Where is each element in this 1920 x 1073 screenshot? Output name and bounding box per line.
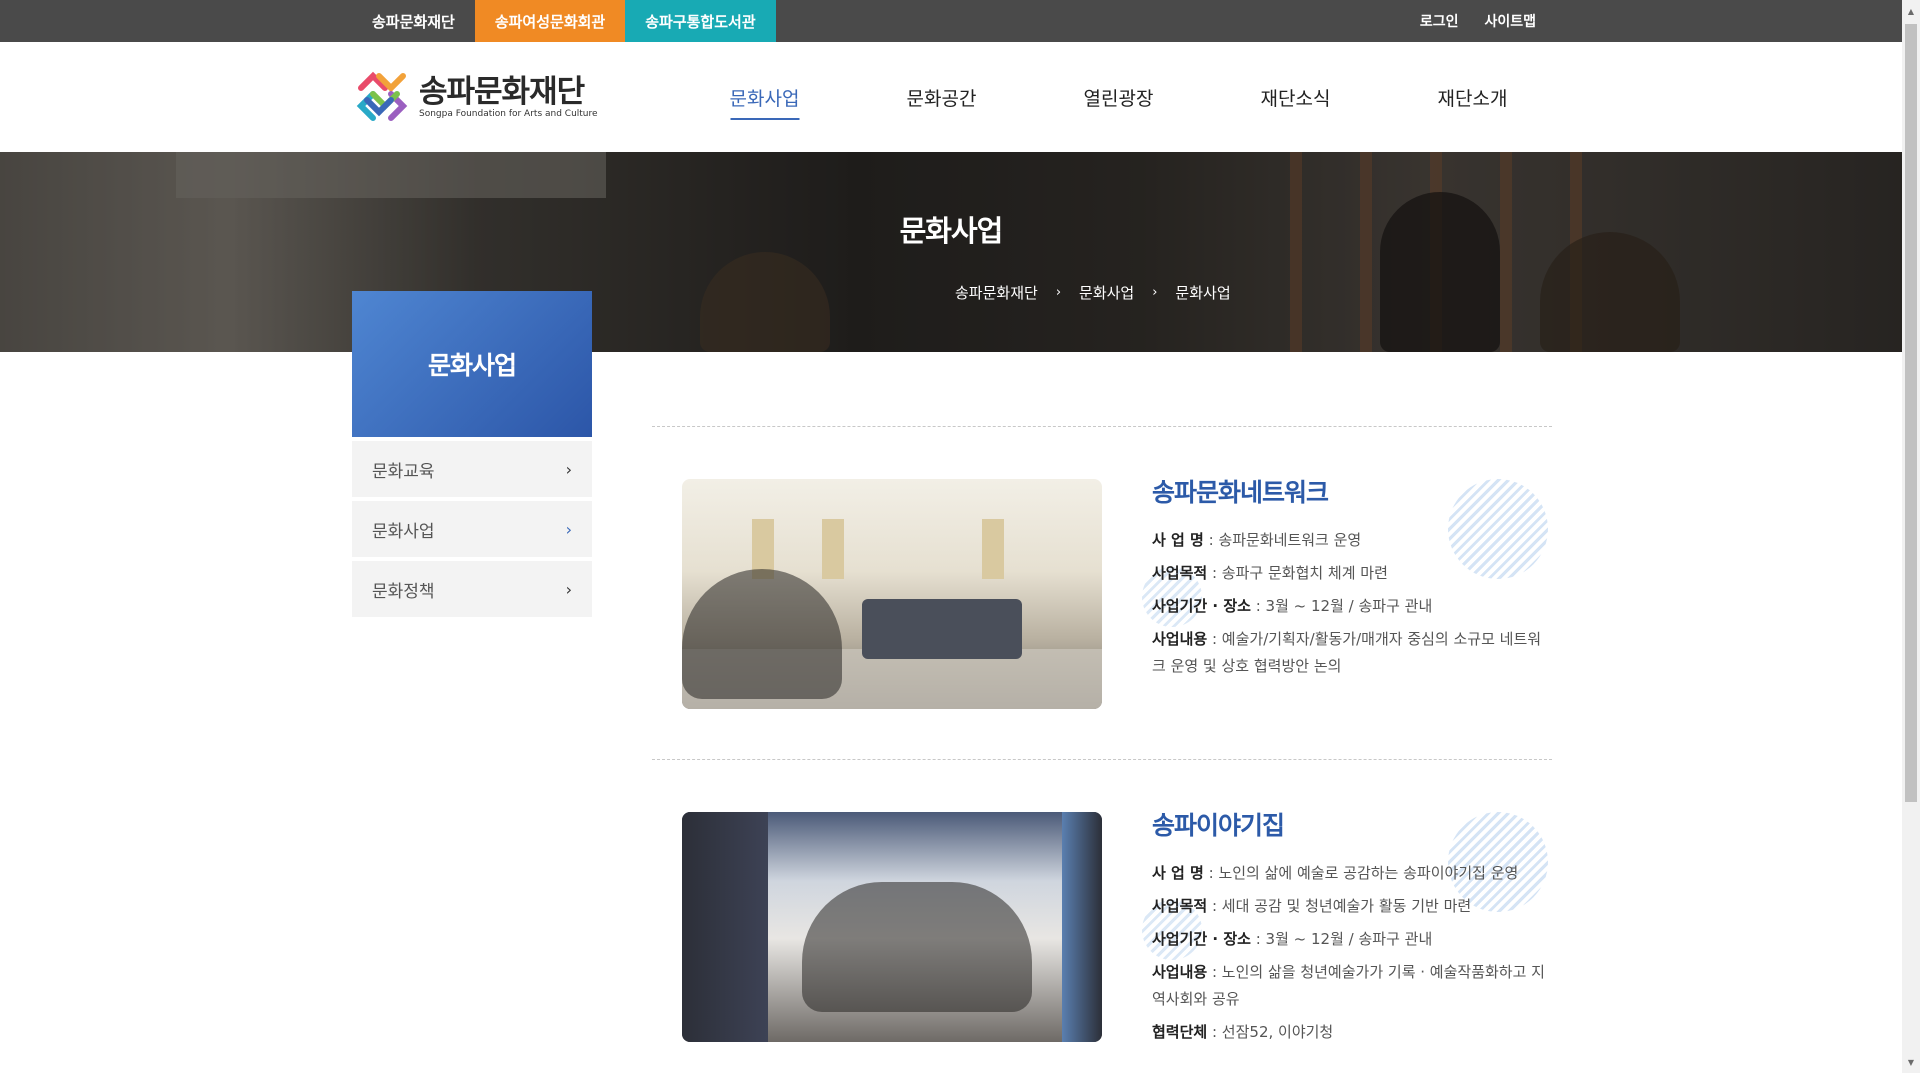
business-item: 송파이야기집 사 업 명 : 노인의 삶에 예술로 공감하는 송파이야기집 운영… xyxy=(652,760,1552,1073)
sitemap-link[interactable]: 사이트맵 xyxy=(1484,11,1536,31)
row-value: 노인의 삶을 청년예술가가 기록 · 예술작품화하고 지역사회와 공유 xyxy=(1152,963,1545,1008)
row-label: 사 업 명 xyxy=(1152,864,1204,882)
site-tab-foundation[interactable]: 송파문화재단 xyxy=(352,0,475,42)
scroll-up-icon[interactable]: ▲ xyxy=(1902,2,1920,20)
row-value: 3월 ~ 12월 / 송파구 관내 xyxy=(1265,930,1433,948)
site-tab-women-center[interactable]: 송파여성문화회관 xyxy=(474,0,626,42)
row-value: 3월 ~ 12월 / 송파구 관내 xyxy=(1265,597,1433,615)
breadcrumb: 송파문화재단 › 문화사업 › 문화사업 xyxy=(955,282,1231,303)
scrollbar-thumb[interactable] xyxy=(1905,24,1917,802)
row-value: 송파구 문화협치 체계 마련 xyxy=(1221,564,1388,582)
photo-sofa xyxy=(862,599,1022,659)
business-row: 사업목적 : 송파구 문화협치 체계 마련 xyxy=(1152,564,1388,582)
site-tab-library[interactable]: 송파구통합도서관 xyxy=(625,0,776,42)
business-title: 송파이야기집 xyxy=(1152,811,1285,840)
sidebar-item-label: 문화정책 xyxy=(372,581,435,602)
scroll-down-icon[interactable]: ▼ xyxy=(1902,1053,1920,1071)
photo-people xyxy=(802,882,1032,1012)
business-info: 송파문화네트워크 사 업 명 : 송파문화네트워크 운영 사업목적 : 송파구 … xyxy=(1152,473,1552,686)
logo-text: 송파문화재단 Songpa Foundation for Arts and Cu… xyxy=(419,75,598,120)
row-label: 사업내용 xyxy=(1152,630,1208,648)
row-label: 사업기간 · 장소 xyxy=(1152,597,1251,615)
family-site-tabs: 송파문화재단 송파여성문화회관 송파구통합도서관 xyxy=(352,0,776,42)
chevron-right-icon: › xyxy=(1152,285,1158,300)
chevron-right-icon: › xyxy=(1055,285,1062,300)
business-photo xyxy=(682,812,1102,1042)
business-row: 사업기간 · 장소 : 3월 ~ 12월 / 송파구 관내 xyxy=(1152,930,1433,948)
scrollbar[interactable]: ▲ ▼ xyxy=(1902,0,1920,1073)
nav-item-culture-space[interactable]: 문화공간 xyxy=(853,42,1030,152)
banner-overlay xyxy=(0,152,1902,352)
row-label: 사업목적 xyxy=(1152,897,1208,915)
row-value: 선잠52, 이야기청 xyxy=(1221,1023,1334,1041)
sidebar-item-label: 문화사업 xyxy=(372,521,435,542)
photo-people xyxy=(682,569,842,699)
business-row: 사업목적 : 세대 공감 및 청년예술가 활동 기반 마련 xyxy=(1152,897,1472,915)
breadcrumb-item[interactable]: 문화사업 xyxy=(1079,282,1134,303)
utility-links: 로그인 사이트맵 xyxy=(1420,0,1536,42)
row-label: 사업목적 xyxy=(1152,564,1208,582)
business-row: 사업기간 · 장소 : 3월 ~ 12월 / 송파구 관내 xyxy=(1152,597,1433,615)
sidebar-item-culture-policy[interactable]: 문화정책 › xyxy=(352,561,592,617)
logo-name-en: Songpa Foundation for Arts and Culture xyxy=(419,108,598,119)
business-row: 협력단체 : 선잠52, 이야기청 xyxy=(1152,1023,1334,1041)
row-value: 노인의 삶에 예술로 공감하는 송파이야기집 운영 xyxy=(1218,864,1519,882)
page-title: 문화사업 xyxy=(899,214,1004,248)
sidebar-item-culture-education[interactable]: 문화교육 › xyxy=(352,441,592,497)
nav-item-open-square[interactable]: 열린광장 xyxy=(1030,42,1207,152)
nav-item-culture-business[interactable]: 문화사업 xyxy=(676,42,853,152)
nav-item-foundation-news[interactable]: 재단소식 xyxy=(1207,42,1384,152)
breadcrumb-item[interactable]: 송파문화재단 xyxy=(955,282,1038,303)
business-row: 사업내용 : 예술가/기획자/활동가/매개자 중심의 소규모 네트워크 운영 및… xyxy=(1152,630,1542,675)
business-title: 송파문화네트워크 xyxy=(1152,478,1329,507)
row-label: 사업기간 · 장소 xyxy=(1152,930,1251,948)
logo-name-ko: 송파문화재단 xyxy=(419,73,585,110)
row-value: 세대 공감 및 청년예술가 활동 기반 마련 xyxy=(1221,897,1472,915)
nav-item-foundation-intro[interactable]: 재단소개 xyxy=(1384,42,1561,152)
business-row: 사 업 명 : 노인의 삶에 예술로 공감하는 송파이야기집 운영 xyxy=(1152,864,1519,882)
business-row: 사 업 명 : 송파문화네트워크 운영 xyxy=(1152,531,1362,549)
business-item: 송파문화네트워크 사 업 명 : 송파문화네트워크 운영 사업목적 : 송파구 … xyxy=(652,427,1552,759)
chevron-right-icon: › xyxy=(565,519,572,539)
logo-knot-icon xyxy=(356,71,408,121)
row-value: 예술가/기획자/활동가/매개자 중심의 소규모 네트워크 운영 및 상호 협력방… xyxy=(1152,630,1542,675)
sidebar-item-culture-business[interactable]: 문화사업 › xyxy=(352,501,592,557)
business-row: 사업내용 : 노인의 삶을 청년예술가가 기록 · 예술작품화하고 지역사회와 … xyxy=(1152,963,1545,1008)
photo-artwork xyxy=(982,519,1004,579)
breadcrumb-item[interactable]: 문화사업 xyxy=(1175,282,1230,303)
sidebar-title: 문화사업 xyxy=(352,291,592,437)
row-label: 사업내용 xyxy=(1152,963,1208,981)
business-info: 송파이야기집 사 업 명 : 노인의 삶에 예술로 공감하는 송파이야기집 운영… xyxy=(1152,806,1552,1052)
chevron-right-icon: › xyxy=(565,579,572,599)
photo-door-frame xyxy=(682,812,768,1042)
site-header: 송파문화재단 Songpa Foundation for Arts and Cu… xyxy=(0,42,1902,152)
sidebar-item-label: 문화교육 xyxy=(372,461,435,482)
row-label: 협력단체 xyxy=(1152,1023,1208,1041)
row-label: 사 업 명 xyxy=(1152,531,1204,549)
page-banner: 문화사업 송파문화재단 › 문화사업 › 문화사업 xyxy=(0,152,1902,352)
photo-artwork xyxy=(822,519,844,579)
chevron-right-icon: › xyxy=(565,459,572,479)
business-photo xyxy=(682,479,1102,709)
login-link[interactable]: 로그인 xyxy=(1420,11,1459,31)
row-value: 송파문화네트워크 운영 xyxy=(1218,531,1362,549)
business-list: 송파문화네트워크 사 업 명 : 송파문화네트워크 운영 사업목적 : 송파구 … xyxy=(652,426,1552,1073)
logo[interactable]: 송파문화재단 Songpa Foundation for Arts and Cu… xyxy=(351,66,611,128)
main-nav: 문화사업 문화공간 열린광장 재단소식 재단소개 xyxy=(676,42,1561,152)
top-utility-bar: 송파문화재단 송파여성문화회관 송파구통합도서관 로그인 사이트맵 xyxy=(0,0,1902,42)
sidebar-menu: 문화교육 › 문화사업 › 문화정책 › xyxy=(352,441,592,621)
photo-door-frame xyxy=(1062,812,1102,1042)
